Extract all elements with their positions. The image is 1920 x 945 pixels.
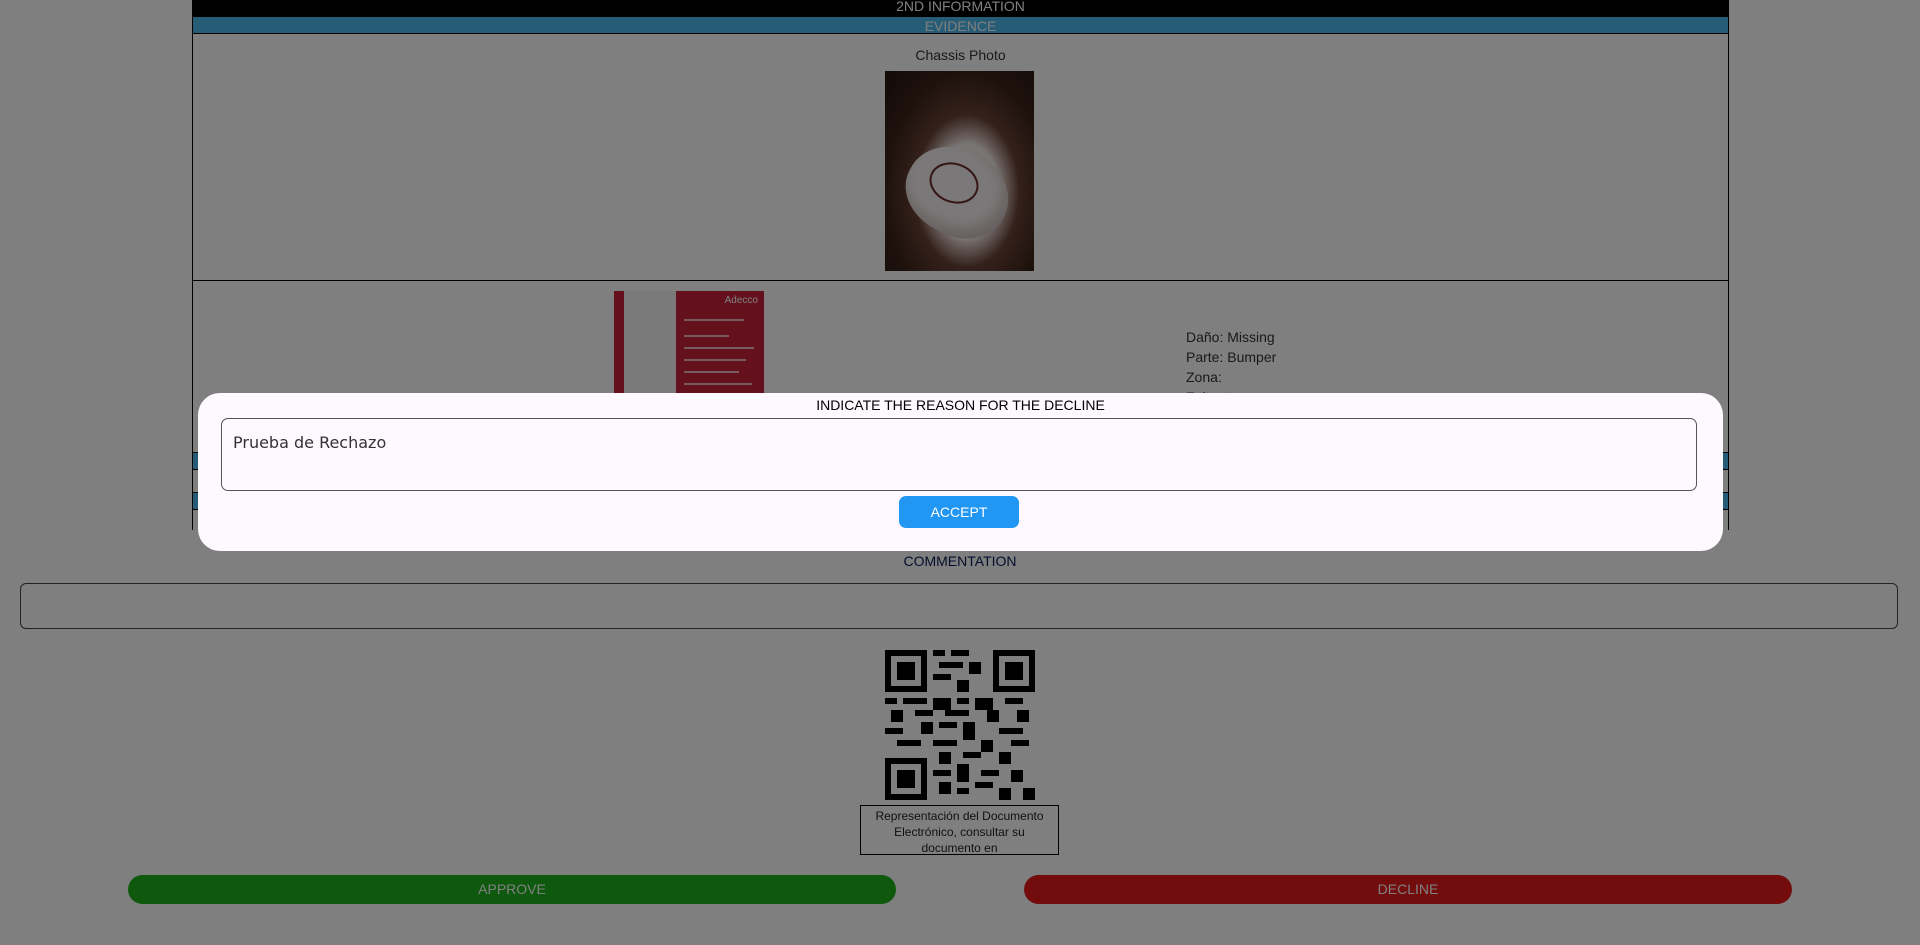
decline-reason-dialog: INDICATE THE REASON FOR THE DECLINE Prue… — [198, 393, 1723, 551]
dialog-title: INDICATE THE REASON FOR THE DECLINE — [816, 397, 1105, 413]
decline-reason-input[interactable]: Prueba de Rechazo — [221, 418, 1697, 491]
accept-button[interactable]: ACCEPT — [899, 496, 1019, 528]
decline-review-page: 2ND INFORMATION EVIDENCE Chassis Photo A… — [0, 0, 1920, 945]
